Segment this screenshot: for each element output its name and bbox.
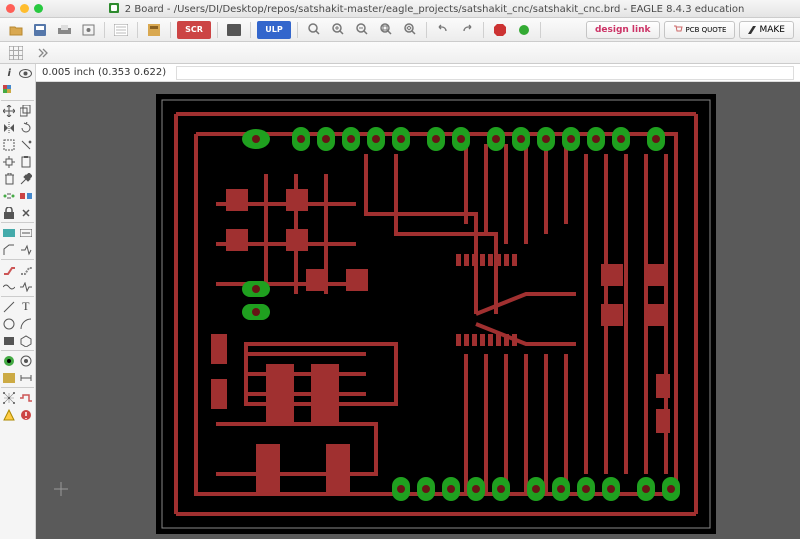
info-tool[interactable]: i (1, 65, 18, 82)
stop-button[interactable] (490, 21, 510, 39)
open-button[interactable] (6, 21, 26, 39)
chevrons-right-icon (38, 48, 48, 58)
copy-tool[interactable] (18, 102, 35, 119)
smash-tool[interactable] (18, 204, 35, 221)
canvas-area: 0.005 inch (0.353 0.622) (36, 64, 800, 539)
make-button[interactable]: MAKE (739, 21, 794, 39)
delete-tool[interactable] (1, 170, 18, 187)
ulp-button[interactable] (224, 21, 244, 39)
mark-tool[interactable] (18, 82, 35, 99)
signal-tool[interactable] (18, 278, 35, 295)
command-input[interactable] (176, 66, 794, 80)
wire-tool[interactable] (1, 278, 18, 295)
line-tool[interactable] (1, 298, 18, 315)
rotate-tool[interactable] (18, 119, 35, 136)
cut-tool[interactable] (1, 153, 18, 170)
minimize-window-button[interactable] (20, 4, 29, 13)
erc-tool[interactable] (1, 406, 18, 423)
pinswap-tool[interactable] (1, 187, 18, 204)
tool-palette: i (0, 64, 36, 539)
scr-button[interactable]: SCR (177, 21, 211, 39)
eagle-icon (109, 3, 119, 13)
cam-button[interactable] (78, 21, 98, 39)
rect-tool[interactable] (1, 332, 18, 349)
origin-cross-icon (54, 482, 68, 496)
library-button[interactable] (144, 21, 164, 39)
display-tool[interactable] (1, 82, 18, 99)
maximize-window-button[interactable] (34, 4, 43, 13)
design-link-button[interactable]: design link (586, 21, 660, 39)
options-toolbar (0, 42, 800, 64)
redo-button[interactable] (457, 21, 477, 39)
paste-tool[interactable] (18, 153, 35, 170)
editor-canvas[interactable] (36, 82, 800, 539)
errors-tool[interactable] (18, 406, 35, 423)
miter-tool[interactable] (1, 241, 18, 258)
ratsnest-tool[interactable] (1, 389, 18, 406)
options-chevron-button[interactable] (36, 44, 50, 62)
save-button[interactable] (30, 21, 50, 39)
mirror-tool[interactable] (1, 119, 18, 136)
content-area: i (0, 64, 800, 539)
title-bar: 2 Board - /Users/DI/Desktop/repos/satsha… (0, 0, 800, 18)
via-tool[interactable] (1, 352, 18, 369)
coordinate-bar: 0.005 inch (0.353 0.622) (36, 64, 800, 82)
zoom-select-button[interactable] (400, 21, 420, 39)
pcb-board (156, 94, 716, 534)
hole-tool[interactable] (18, 352, 35, 369)
attribute-tool[interactable] (1, 369, 18, 386)
grid-button[interactable] (6, 44, 26, 62)
main-toolbar: SCR ULP design link PCB QUOTE MAKE (0, 18, 800, 42)
redraw-button[interactable] (376, 21, 396, 39)
show-tool[interactable] (18, 65, 35, 82)
go-button[interactable] (514, 21, 534, 39)
zoom-fit-button[interactable] (304, 21, 324, 39)
text-tool[interactable]: T (18, 298, 35, 315)
name-tool[interactable] (1, 224, 18, 241)
lock-tool[interactable] (1, 204, 18, 221)
group-tool[interactable] (1, 136, 18, 153)
zoom-in-button[interactable] (328, 21, 348, 39)
window-controls (6, 4, 43, 13)
value-tool[interactable] (18, 224, 35, 241)
zoom-out-button[interactable] (352, 21, 372, 39)
cart-icon (673, 25, 683, 35)
schematic-button[interactable] (111, 21, 131, 39)
undo-button[interactable] (433, 21, 453, 39)
print-button[interactable] (54, 21, 74, 39)
dimension-tool[interactable] (18, 369, 35, 386)
window-title: 2 Board - /Users/DI/Desktop/repos/satsha… (53, 3, 800, 15)
pcb-quote-button[interactable]: PCB QUOTE (664, 21, 736, 39)
replace-tool[interactable] (18, 187, 35, 204)
route-tool[interactable] (1, 261, 18, 278)
move-tool[interactable] (1, 102, 18, 119)
polygon-tool[interactable] (18, 332, 35, 349)
change-tool[interactable] (18, 136, 35, 153)
circle-tool[interactable] (1, 315, 18, 332)
run-ulp-button[interactable]: ULP (257, 21, 291, 39)
split-tool[interactable] (18, 241, 35, 258)
close-window-button[interactable] (6, 4, 15, 13)
autodesk-icon (748, 26, 756, 34)
ripup-tool[interactable] (18, 261, 35, 278)
add-tool[interactable] (18, 170, 35, 187)
coordinate-readout: 0.005 inch (0.353 0.622) (42, 67, 166, 78)
auto-tool[interactable] (18, 389, 35, 406)
arc-tool[interactable] (18, 315, 35, 332)
